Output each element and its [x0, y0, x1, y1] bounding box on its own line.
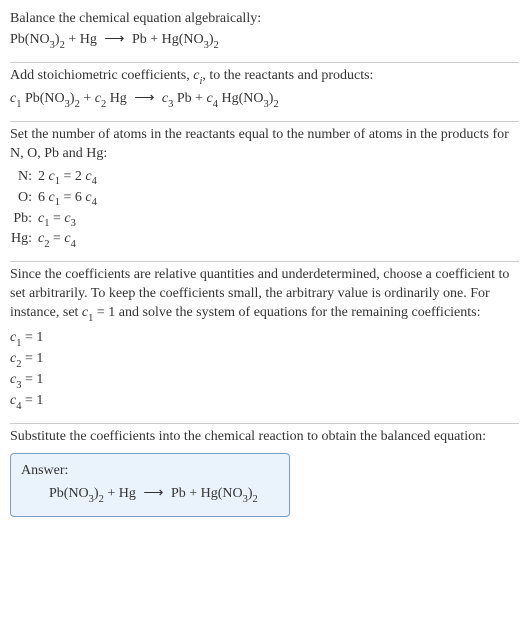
section-stoichiometric: Add stoichiometric coefficients, ci, to …	[10, 63, 519, 121]
equation-unbalanced: Pb(NO3)2 + Hg ⟶ Pb + Hg(NO3)2	[10, 31, 519, 52]
coef-c1: c1 = 1	[10, 329, 519, 350]
answer-equation: Pb(NO3)2 + Hg ⟶ Pb + Hg(NO3)2	[21, 485, 279, 506]
reactant-pbno3: Pb(NO3)2	[10, 32, 65, 47]
atom-row-o: O: 6 c1 = 6 c4	[10, 189, 519, 210]
atom-equations: N: 2 c1 = 2 c4 O: 6 c1 = 6 c4 Pb: c1 = c…	[10, 168, 519, 252]
coef-c2: c2 = 1	[10, 350, 519, 371]
section-title: Balance the chemical equation algebraica…	[10, 10, 519, 29]
coef-c4: c4 = 1	[10, 392, 519, 413]
answer-box: Answer: Pb(NO3)2 + Hg ⟶ Pb + Hg(NO3)2	[10, 453, 290, 517]
section-balance: Balance the chemical equation algebraica…	[10, 6, 519, 62]
coef-c3: c3 = 1	[10, 371, 519, 392]
atom-row-pb: Pb: c1 = c3	[10, 210, 519, 231]
section-title: Add stoichiometric coefficients, ci, to …	[10, 67, 519, 88]
section-title: Since the coefficients are relative quan…	[10, 266, 519, 325]
section-title: Set the number of atoms in the reactants…	[10, 126, 519, 164]
equation-with-coeffs: c1 Pb(NO3)2 + c2 Hg ⟶ c3 Pb + c4 Hg(NO3)…	[10, 90, 519, 111]
answer-label: Answer:	[21, 462, 279, 481]
arrow-icon: ⟶	[100, 31, 128, 50]
coefficient-values: c1 = 1 c2 = 1 c3 = 1 c4 = 1	[10, 329, 519, 413]
section-title: Substitute the coefficients into the che…	[10, 428, 519, 447]
section-answer: Substitute the coefficients into the che…	[10, 424, 519, 527]
atom-row-n: N: 2 c1 = 2 c4	[10, 168, 519, 189]
arrow-icon: ⟶	[130, 90, 158, 109]
atom-row-hg: Hg: c2 = c4	[10, 230, 519, 251]
section-atom-balance: Set the number of atoms in the reactants…	[10, 122, 519, 262]
product-pb-hgno3: Pb + Hg(NO3)2	[128, 32, 218, 47]
section-solve: Since the coefficients are relative quan…	[10, 262, 519, 423]
arrow-icon: ⟶	[139, 485, 167, 504]
